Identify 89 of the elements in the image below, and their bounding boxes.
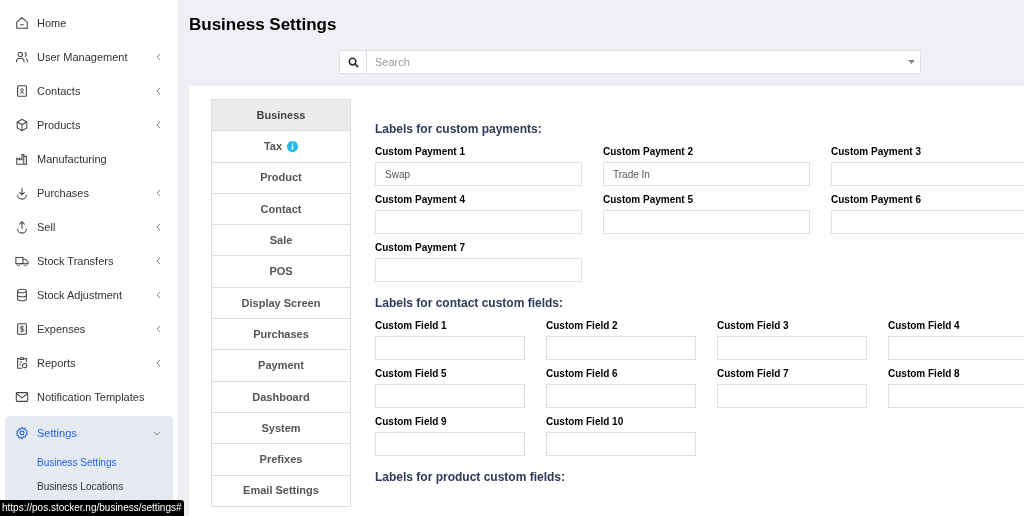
field-label: Custom Payment 7 [375,241,467,255]
field-label: Custom Field 5 [375,367,448,381]
text-field[interactable] [375,336,525,360]
field-label: Custom Field 10 [546,415,625,429]
contact-card-icon [15,84,29,98]
sidebar-item[interactable]: Reports [5,346,173,380]
sidebar-item[interactable]: User Management [5,40,173,74]
settings-tab[interactable]: Dashboard [211,380,351,413]
clipboard-icon [15,356,29,370]
text-field[interactable]: Swap [375,162,582,186]
truck-icon [15,254,29,268]
chevron-down-icon [153,430,161,436]
sidebar-item[interactable]: Manufacturing [5,142,173,176]
chevron-left-icon [156,257,161,265]
status-url: https://pos.stocker.ng/business/settings# [0,500,184,516]
text-field[interactable] [375,384,525,408]
sidebar-item[interactable]: Stock Transfers [5,244,173,278]
field-label: Custom Payment 6 [831,193,923,207]
chevron-left-icon [156,189,161,197]
chevron-left-icon [156,223,161,231]
sidebar-item[interactable]: Home [5,6,173,40]
field-label: Custom Field 2 [546,319,619,333]
text-field[interactable] [375,432,525,456]
field-label: Custom Field 8 [888,367,961,381]
dropdown-caret-icon [908,60,915,64]
field-label: Custom Payment 2 [603,145,695,159]
settings-tab[interactable]: Product [211,161,351,194]
sidebar-item[interactable]: Expenses [5,312,173,346]
text-field[interactable] [375,258,582,282]
field-label: Custom Payment 4 [375,193,467,207]
text-field[interactable] [831,162,1024,186]
text-field[interactable] [717,336,867,360]
text-field[interactable] [375,210,582,234]
field-label: Custom Payment 5 [603,193,695,207]
field-label: Custom Field 7 [717,367,790,381]
chevron-left-icon [156,53,161,61]
settings-icon [15,426,29,440]
submenu-item[interactable]: Business Locations [5,474,173,498]
chevron-left-icon [156,87,161,95]
sidebar-item[interactable]: Notification Templates [5,380,173,414]
chevron-left-icon [156,291,161,299]
text-field[interactable] [888,384,1024,408]
settings-tab[interactable]: Prefixes [211,443,351,476]
page-title: Business Settings [189,14,338,36]
search-icon [347,56,359,68]
sidebar-item[interactable]: Contacts [5,74,173,108]
chevron-left-icon [156,359,161,367]
sidebar-item[interactable]: Sell [5,210,173,244]
text-field[interactable] [546,336,696,360]
upload-icon [15,220,29,234]
search-field[interactable]: Search [367,50,921,74]
field-label: Custom Payment 3 [831,145,923,159]
database-icon [15,288,29,302]
field-label: Custom Field 3 [717,319,790,333]
sidebar-item[interactable]: Stock Adjustment [5,278,173,312]
settings-tab[interactable]: Purchases [211,318,351,351]
field-label: Custom Field 9 [375,415,448,429]
settings-tab[interactable]: Sale [211,224,351,257]
box-icon [15,118,29,132]
text-field[interactable] [717,384,867,408]
section-heading: Labels for custom payments: [375,121,543,138]
field-label: Custom Field 6 [546,367,619,381]
text-field[interactable] [888,336,1024,360]
sidebar-item[interactable]: Products [5,108,173,142]
text-field[interactable] [831,210,1024,234]
settings-tab[interactable]: Email Settings [211,474,351,507]
section-heading: Labels for product custom fields: [375,469,567,486]
users-icon [15,50,29,64]
envelope-icon [15,390,29,404]
text-field[interactable]: Trade In [603,162,810,186]
dollar-document-icon [15,322,29,336]
settings-tab[interactable]: Payment [211,349,351,382]
field-label: Custom Payment 1 [375,145,467,159]
text-field[interactable] [603,210,810,234]
download-icon [15,186,29,200]
text-field[interactable] [546,432,696,456]
chevron-left-icon [156,325,161,333]
field-label: Custom Field 4 [888,319,961,333]
settings-tab[interactable]: POS [211,255,351,288]
home-icon [15,16,29,30]
text-field[interactable] [546,384,696,408]
settings-tab[interactable]: Tax [211,130,351,163]
chevron-left-icon [156,121,161,129]
submenu-item[interactable]: Business Settings [5,450,173,474]
factory-icon [15,152,29,166]
section-heading: Labels for contact custom fields: [375,295,565,312]
field-label: Custom Field 1 [375,319,448,333]
settings-tab[interactable]: Business [211,99,351,132]
sidebar-item[interactable]: Purchases [5,176,173,210]
